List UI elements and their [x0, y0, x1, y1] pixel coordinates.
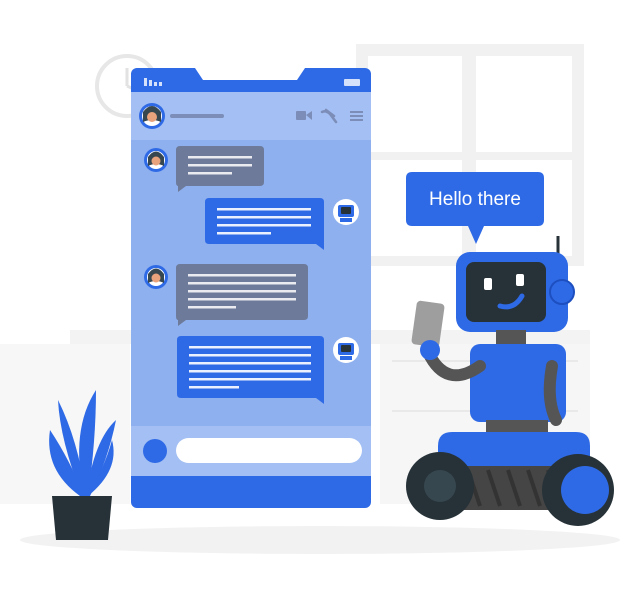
- bot-avatar: [333, 337, 359, 363]
- avatar: [144, 148, 168, 172]
- avatar[interactable]: [139, 103, 165, 129]
- chatbot-illustration: Hello there: [0, 0, 640, 597]
- robot-face: [466, 262, 546, 322]
- phone: [131, 68, 371, 508]
- window: [356, 44, 584, 266]
- menu-icon[interactable]: [350, 111, 363, 121]
- phone-notch: [195, 68, 305, 80]
- message-input[interactable]: [176, 438, 362, 463]
- battery-icon: [344, 79, 360, 86]
- floor-shadow: [20, 526, 620, 554]
- avatar: [144, 265, 168, 289]
- contact-name-line: [170, 114, 224, 118]
- message-input-bar: [131, 426, 371, 476]
- plant-pot: [52, 496, 112, 540]
- chat-header: [131, 92, 371, 140]
- speech-bubble-text: Hello there: [429, 189, 521, 210]
- bot-avatar: [333, 199, 359, 225]
- robot-hand: [420, 340, 440, 360]
- robot-ear: [549, 279, 575, 305]
- attach-button[interactable]: [143, 439, 167, 463]
- illustration-canvas: Hello there: [0, 44, 620, 554]
